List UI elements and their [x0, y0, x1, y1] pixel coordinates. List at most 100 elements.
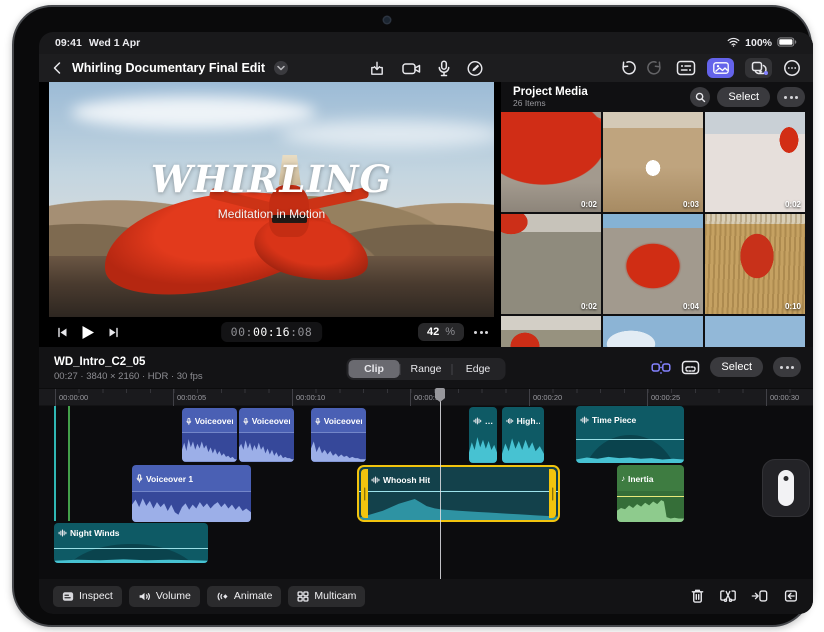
timeline-clip[interactable]: High… [502, 407, 544, 463]
mic-icon [315, 417, 321, 425]
project-title[interactable]: Whirling Documentary Final Edit [72, 61, 265, 75]
clip-duration: 0:10 [784, 302, 801, 311]
undo-icon[interactable] [618, 59, 636, 77]
media-thumbnail[interactable] [603, 316, 703, 347]
ruler-label: 00:00:30 [770, 393, 800, 402]
inspector-panel-icon[interactable] [676, 60, 696, 76]
timecode-display[interactable]: 00:00:16:08 [220, 322, 323, 342]
mode-clip[interactable]: Clip [348, 360, 400, 378]
mic-icon [186, 417, 192, 425]
overwrite-clip-icon[interactable] [782, 588, 799, 604]
timeline-select-button[interactable]: Select [710, 357, 763, 377]
battery-percent: 100% [745, 37, 772, 49]
export-icon[interactable] [369, 60, 386, 77]
clip-name: Time Piece [592, 414, 637, 425]
ipad-bezel: 09:41 Wed 1 Apr 100% Whirling Documentar… [12, 5, 813, 627]
multicam-button[interactable]: Multicam [288, 585, 366, 607]
title-card-subtitle: Meditation in Motion [217, 207, 326, 222]
microphone-icon[interactable] [438, 59, 451, 77]
panel-more-button[interactable] [777, 87, 805, 107]
overlay-view-icon[interactable] [681, 360, 700, 375]
clip-duration: 0:02 [580, 302, 597, 311]
timeline-clip[interactable]: Voiceover 1 [132, 465, 251, 522]
animate-button[interactable]: Animate [206, 585, 282, 607]
mic-icon [136, 474, 143, 483]
timeline-clip[interactable]: ♪ Inertia [617, 465, 684, 522]
media-browser-button[interactable] [707, 58, 734, 78]
timeline-project-meta: 00:27 · 3840 × 2160 · HDR · 30 fps [54, 371, 203, 382]
edit-mode-segmented-control: Clip Range Edge [346, 358, 506, 380]
waveform-icon [371, 476, 380, 484]
timeline-clip-selected[interactable]: Whoosh Hit [357, 465, 560, 522]
timecode-hours: 00: [230, 325, 253, 339]
trim-handle-left[interactable] [361, 469, 368, 518]
zoom-value: 42 [426, 326, 440, 338]
clip-name: Whoosh Hit [383, 474, 431, 485]
trim-handle-right[interactable] [549, 469, 556, 518]
video-viewer[interactable]: WHIRLING Meditation in Motion [49, 82, 494, 317]
media-thumbnail[interactable]: 0:10 [705, 214, 805, 314]
timeline-tracks[interactable]: Voiceover 2 Voiceover 2 Voiceover 3 … [39, 406, 813, 579]
jog-wheel-thumb[interactable] [778, 470, 794, 506]
viewer-zoom-control[interactable]: 42 % [417, 323, 464, 341]
tool-label: Multicam [314, 590, 357, 602]
timeline-more-button[interactable] [773, 357, 801, 377]
timeline-ruler[interactable]: 00:00:00 00:00:05 00:00:10 00:00:15 00:0… [39, 388, 813, 406]
music-note-icon: ♪ [621, 473, 625, 483]
mode-edge[interactable]: Edge [453, 360, 504, 378]
timeline-clip[interactable]: Voiceover 2 [182, 408, 237, 462]
play-button[interactable] [81, 325, 95, 340]
media-thumbnail[interactable] [501, 316, 601, 347]
viewer-more-icon[interactable] [474, 330, 488, 334]
clip-duration: 0:02 [580, 200, 597, 209]
timeline-clip[interactable]: Voiceover 2 [239, 408, 294, 462]
viewer-cloud [280, 119, 494, 148]
inspect-button[interactable]: Inspect [53, 585, 122, 607]
timeline-toolbar: Inspect Volume Animate Multicam [39, 583, 813, 609]
select-button[interactable]: Select [717, 87, 770, 107]
media-thumbnail[interactable]: 0:03 [603, 112, 703, 212]
media-thumbnail[interactable]: 0:04 [603, 214, 703, 314]
status-date: Wed 1 Apr [88, 37, 141, 49]
clip-name: Night Winds [70, 528, 120, 538]
clip-name: Voiceover 2 [251, 416, 290, 427]
timeline-clip[interactable]: Time Piece [576, 406, 684, 463]
delete-clip-icon[interactable] [690, 588, 705, 604]
media-thumbnail[interactable]: 0:02 [705, 112, 805, 212]
back-button[interactable] [51, 61, 63, 75]
connected-clips-icon[interactable] [651, 360, 671, 375]
timecode-frames: :08 [290, 325, 313, 339]
jog-wheel[interactable] [762, 459, 810, 517]
speaker-icon [139, 592, 150, 600]
search-button[interactable] [690, 87, 711, 107]
panel-title: Project Media [513, 86, 588, 98]
skip-forward-icon[interactable] [108, 327, 119, 338]
media-thumbnail[interactable]: 0:02 [501, 112, 601, 212]
camera-icon[interactable] [402, 61, 422, 76]
timeline-clip[interactable]: Night Winds [54, 523, 208, 563]
clip-name: High… [516, 415, 540, 426]
skip-back-icon[interactable] [57, 327, 68, 338]
title-menu-button[interactable] [274, 61, 289, 75]
timeline-clip[interactable]: … [469, 407, 497, 463]
redo-icon[interactable] [647, 59, 665, 77]
keyframe-icon [217, 592, 228, 600]
media-thumbnail[interactable] [705, 316, 805, 347]
project-media-panel: Project Media 26 Items Select 0:02 0:03 … [501, 82, 813, 347]
insert-clip-icon[interactable] [751, 588, 768, 604]
blade-cut-icon[interactable] [719, 588, 737, 604]
waveform-icon [580, 416, 589, 424]
clip-name: Inertia [628, 473, 654, 484]
effects-button[interactable] [745, 58, 772, 78]
playhead[interactable] [440, 388, 441, 579]
mode-range[interactable]: Range [401, 360, 452, 378]
clip-duration: 0:04 [682, 302, 699, 311]
timeline-clip[interactable]: Voiceover 3 [311, 408, 366, 462]
ruler-label: 00:00:10 [296, 393, 326, 402]
pencil-tool-icon[interactable] [467, 60, 484, 77]
waveform-icon [473, 417, 482, 425]
tool-label: Volume [155, 590, 191, 602]
volume-button[interactable]: Volume [128, 585, 200, 607]
more-menu-icon[interactable] [783, 59, 801, 77]
media-thumbnail[interactable]: 0:02 [501, 214, 601, 314]
